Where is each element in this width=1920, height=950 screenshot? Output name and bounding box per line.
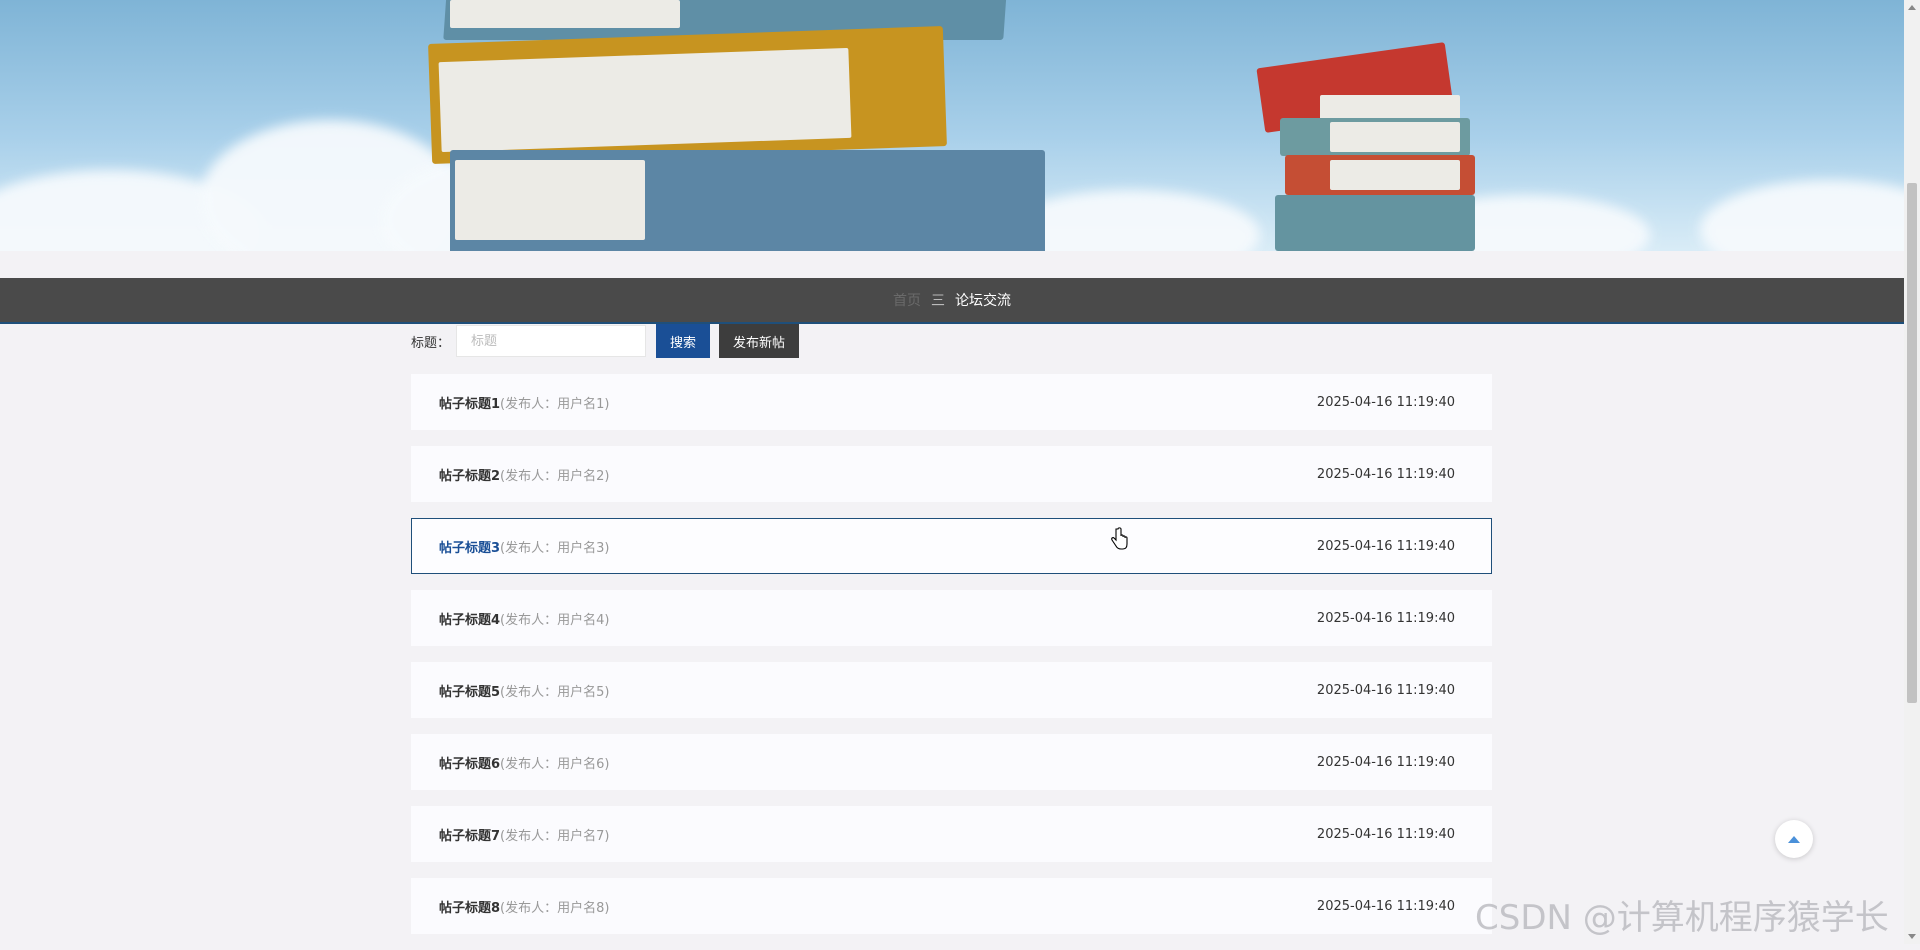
post-title[interactable]: 帖子标题1 [439,397,500,412]
post-author: (发布人：用户名7) [500,828,610,844]
post-title[interactable]: 帖子标题2 [439,469,500,484]
post-heading: 帖子标题7(发布人：用户名7) [439,825,609,844]
banner-spacer [0,251,1904,278]
scroll-down-arrow-icon[interactable] [1908,934,1916,939]
post-heading: 帖子标题5(发布人：用户名5) [439,681,609,700]
post-heading: 帖子标题2(发布人：用户名2) [439,465,609,484]
post-time: 2025-04-16 11:19:40 [1316,682,1455,698]
post-time: 2025-04-16 11:19:40 [1316,466,1455,482]
post-title[interactable]: 帖子标题5 [439,685,500,700]
back-to-top-icon [1788,835,1800,843]
hero-banner [0,0,1904,251]
post-title[interactable]: 帖子标题8 [439,901,500,916]
post-heading: 帖子标题6(发布人：用户名6) [439,753,609,772]
post-time: 2025-04-16 11:19:40 [1316,754,1455,770]
back-to-top-button[interactable] [1775,820,1813,858]
post-heading: 帖子标题8(发布人：用户名8) [439,897,609,916]
post-heading: 帖子标题4(发布人：用户名4) [439,609,609,628]
post-time: 2025-04-16 11:19:40 [1316,394,1455,410]
post-list: 帖子标题1(发布人：用户名1) 2025-04-16 11:19:40 帖子标题… [411,374,1492,950]
breadcrumb: 首页 三 论坛交流 [0,278,1904,324]
post-title[interactable]: 帖子标题6 [439,757,500,772]
post-time: 2025-04-16 11:19:40 [1316,610,1455,626]
post-time: 2025-04-16 11:19:40 [1316,538,1455,554]
post-time: 2025-04-16 11:19:40 [1316,898,1455,914]
post-author: (发布人：用户名1) [500,396,610,412]
post-heading: 帖子标题1(发布人：用户名1) [439,393,609,412]
post-heading: 帖子标题3(发布人：用户名3) [439,537,609,556]
hand-cursor-icon [1111,527,1128,550]
post-row[interactable]: 帖子标题5(发布人：用户名5) 2025-04-16 11:19:40 [411,662,1492,718]
page-scrollbar[interactable] [1904,0,1920,944]
scroll-up-arrow-icon[interactable] [1908,5,1916,10]
post-author: (发布人：用户名2) [500,468,610,484]
post-author: (发布人：用户名8) [500,900,610,916]
breadcrumb-separator: 三 [931,293,945,309]
post-author: (发布人：用户名6) [500,756,610,772]
post-row[interactable]: 帖子标题6(发布人：用户名6) 2025-04-16 11:19:40 [411,734,1492,790]
post-author: (发布人：用户名3) [500,540,610,556]
title-search-input[interactable] [456,325,647,357]
post-author: (发布人：用户名4) [500,612,610,628]
post-title[interactable]: 帖子标题4 [439,613,500,628]
scrollbar-thumb[interactable] [1907,183,1917,703]
search-bar: 标题： 搜索 发布新帖 [411,324,800,358]
post-row-hovered[interactable]: 帖子标题3(发布人：用户名3) 2025-04-16 11:19:40 [411,518,1492,574]
title-search-label: 标题： [411,335,451,351]
breadcrumb-current: 论坛交流 [955,293,1011,309]
post-row[interactable]: 帖子标题7(发布人：用户名7) 2025-04-16 11:19:40 [411,806,1492,862]
post-time: 2025-04-16 11:19:40 [1316,826,1455,842]
new-post-button[interactable]: 发布新帖 [719,324,800,358]
post-title[interactable]: 帖子标题7 [439,829,500,844]
watermark: CSDN @计算机程序猿学长 [1475,898,1889,938]
post-row[interactable]: 帖子标题2(发布人：用户名2) 2025-04-16 11:19:40 [411,446,1492,502]
breadcrumb-home-link[interactable]: 首页 [893,290,921,310]
post-row[interactable]: 帖子标题8(发布人：用户名8) 2025-04-16 11:19:40 [411,878,1492,934]
search-button[interactable]: 搜索 [656,324,711,358]
post-row[interactable]: 帖子标题4(发布人：用户名4) 2025-04-16 11:19:40 [411,590,1492,646]
post-row[interactable]: 帖子标题1(发布人：用户名1) 2025-04-16 11:19:40 [411,374,1492,430]
post-title[interactable]: 帖子标题3 [439,541,500,556]
post-author: (发布人：用户名5) [500,684,610,700]
